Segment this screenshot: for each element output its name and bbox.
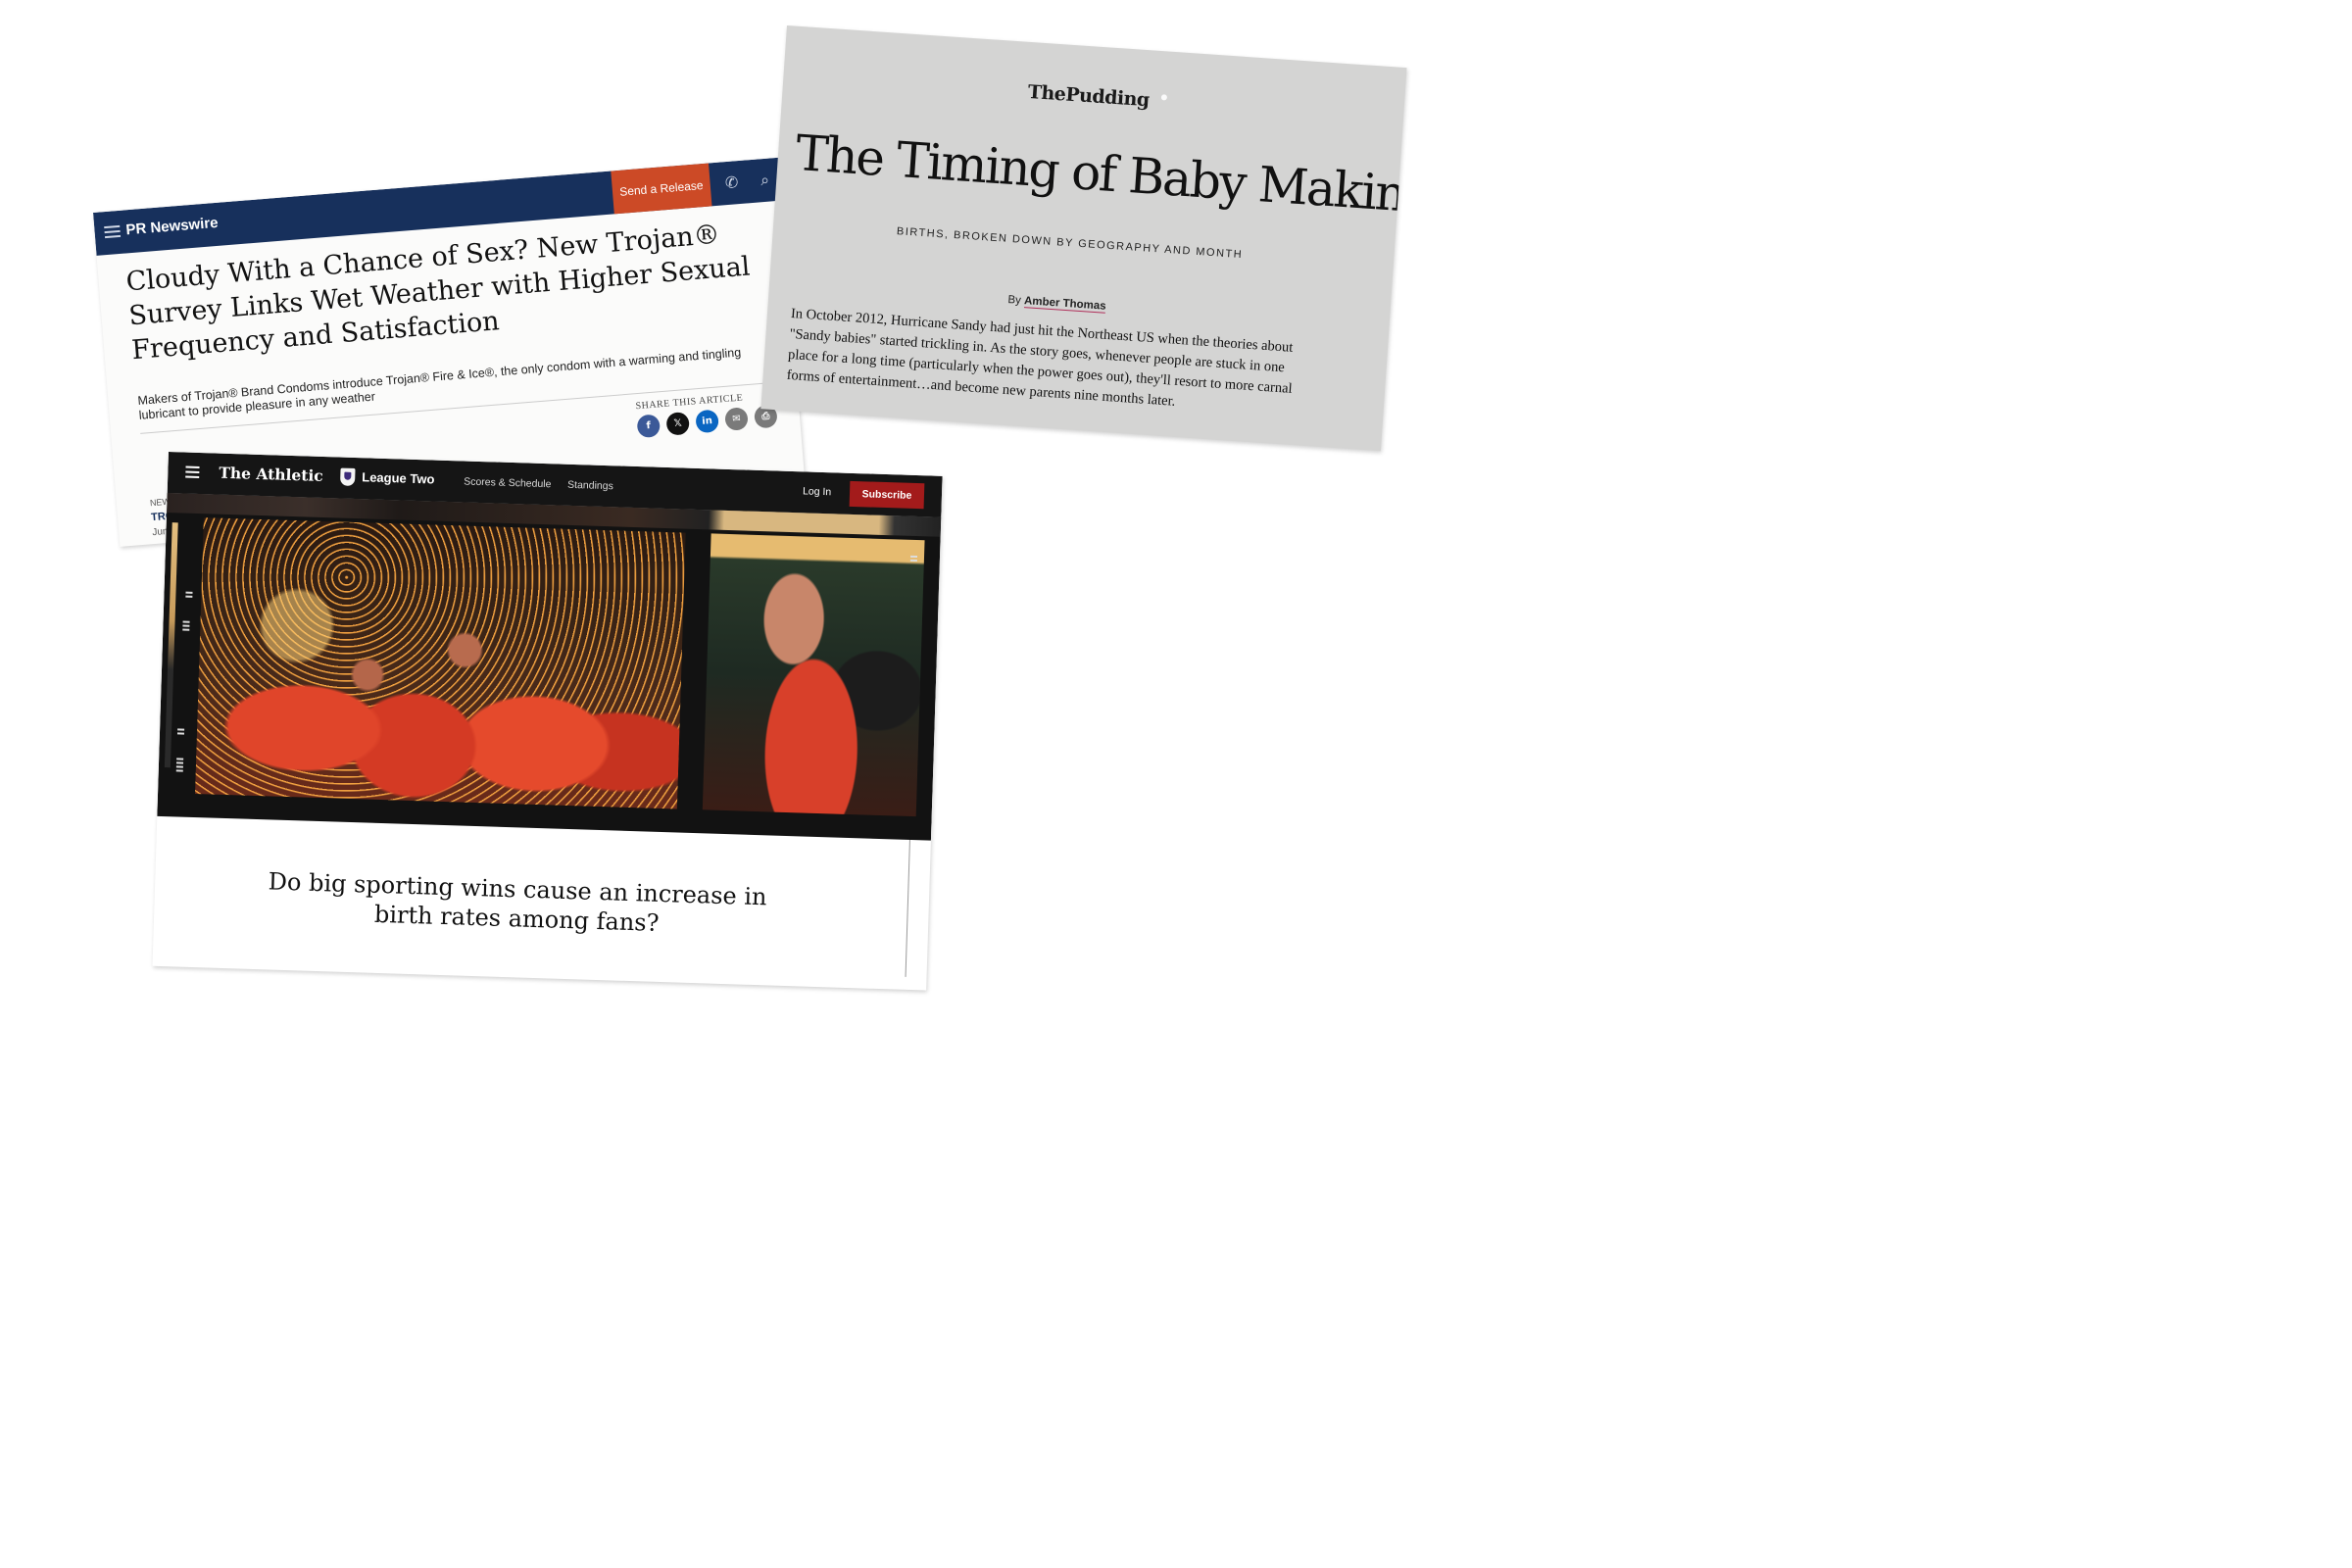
byline-prefix: By <box>1007 293 1025 308</box>
athletic-clipping: The Athletic League Two Scores & Schedul… <box>152 452 943 991</box>
byline: By Amber Thomas <box>1007 293 1106 314</box>
x-icon: 𝕏 <box>673 417 683 430</box>
facebook-share-button[interactable]: f <box>636 414 662 439</box>
linkedin-icon: in <box>701 416 713 427</box>
article-title: The Timing of Baby Making <box>794 123 1407 225</box>
film-tick-marks <box>175 758 184 773</box>
menu-icon[interactable] <box>185 466 200 481</box>
nav-scores-schedule[interactable]: Scores & Schedule <box>464 475 552 490</box>
league-name[interactable]: League Two <box>362 469 435 486</box>
prnewswire-logo[interactable]: PR Newswire <box>125 215 219 239</box>
article-subtitle: BIRTHS, BROKEN DOWN BY GEOGRAPHY AND MON… <box>896 225 1244 262</box>
facebook-icon: f <box>646 420 652 432</box>
email-share-button[interactable]: ✉ <box>724 407 749 431</box>
search-icon[interactable]: ⌕ <box>755 170 776 191</box>
linkedin-share-button[interactable]: in <box>695 409 719 434</box>
athletic-logo[interactable]: The Athletic <box>219 464 323 485</box>
share-label: SHARE THIS ARTICLE <box>635 392 744 413</box>
film-tick-marks <box>182 620 190 633</box>
film-tick-marks <box>909 555 918 564</box>
pudding-clipping: ThePudding The Timing of Baby Making BIR… <box>760 25 1407 452</box>
email-icon: ✉ <box>731 413 742 425</box>
image-edge <box>164 522 178 768</box>
login-link[interactable]: Log In <box>803 485 832 498</box>
league-crest-icon <box>340 467 356 486</box>
team-celebration-photo <box>195 517 686 809</box>
subscribe-button[interactable]: Subscribe <box>849 480 925 510</box>
phone-icon[interactable]: ✆ <box>721 172 743 194</box>
film-tick-marks <box>176 728 185 736</box>
decorative-dot <box>1160 94 1168 101</box>
film-tick-marks <box>185 591 193 600</box>
menu-icon[interactable] <box>104 224 122 239</box>
nav-standings[interactable]: Standings <box>567 479 613 492</box>
pudding-logo[interactable]: ThePudding <box>1027 81 1150 111</box>
article-body: In October 2012, Hurricane Sandy had jus… <box>786 305 1294 410</box>
hero-image <box>157 492 942 841</box>
divider <box>905 839 910 977</box>
send-release-button[interactable]: Send a Release <box>611 163 712 215</box>
author-link[interactable]: Amber Thomas <box>1023 295 1106 314</box>
article-headline: Do big sporting wins cause an increase i… <box>268 867 767 937</box>
print-icon: ⎙ <box>760 411 770 422</box>
player-celebration-photo <box>702 533 925 817</box>
x-share-button[interactable]: 𝕏 <box>665 411 691 436</box>
